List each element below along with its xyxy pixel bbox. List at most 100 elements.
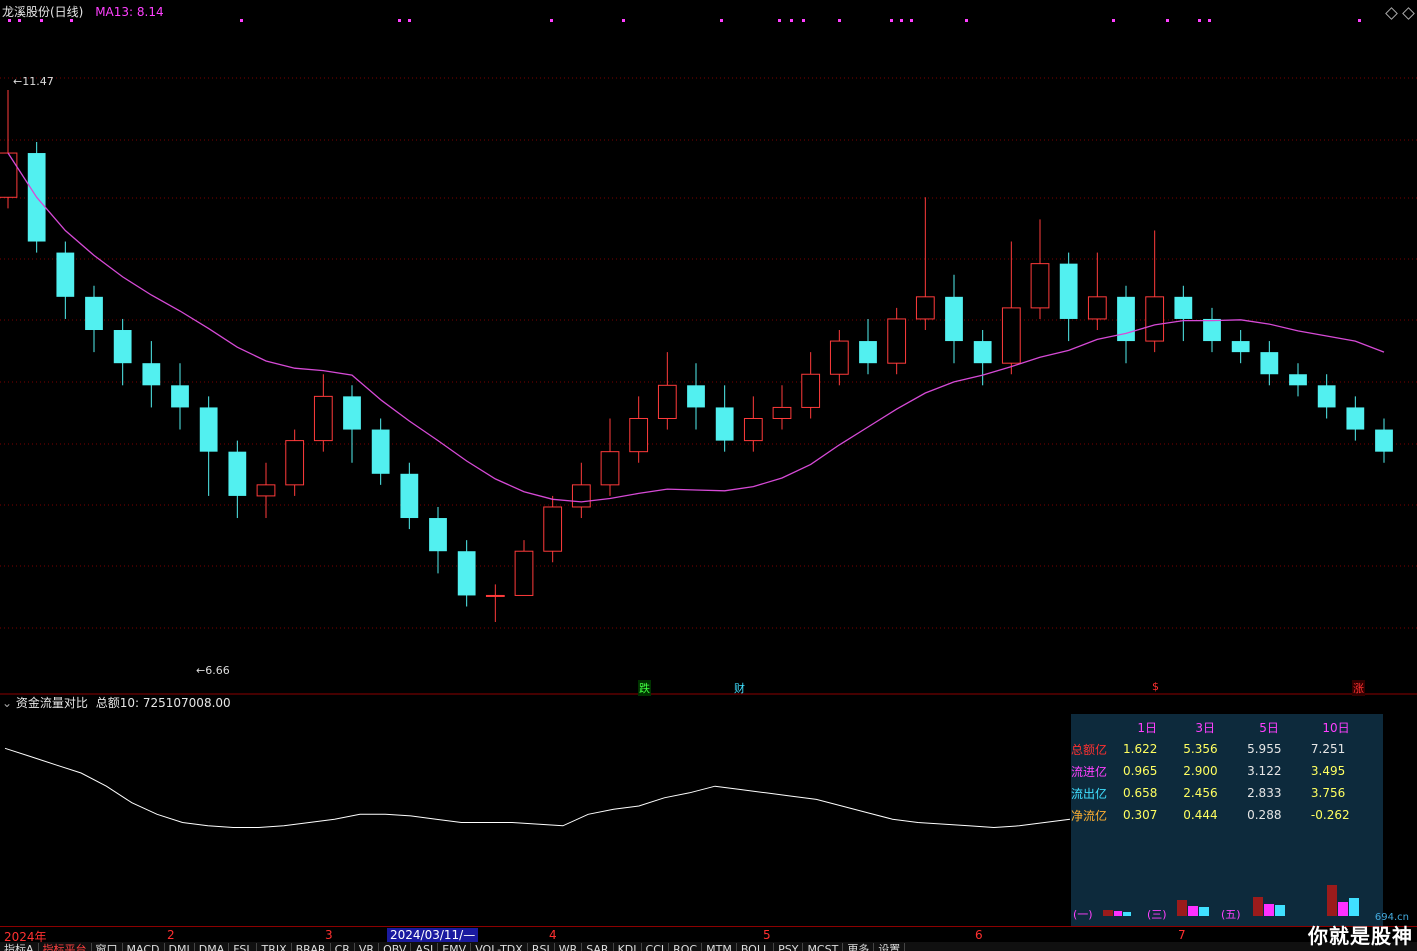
candle-body-up bbox=[0, 152, 18, 198]
tab-18[interactable]: KDJ bbox=[614, 943, 642, 951]
cell: 2.456 bbox=[1183, 786, 1218, 800]
event-dot bbox=[240, 19, 243, 22]
tab-1[interactable]: 指标平台 bbox=[39, 943, 92, 951]
cell: 0.444 bbox=[1183, 808, 1218, 822]
event-marker-rise[interactable]: 涨 bbox=[1352, 680, 1365, 696]
period-tag: (一) bbox=[1073, 908, 1093, 921]
tab-5[interactable]: DMA bbox=[195, 943, 230, 951]
date-label: 2 bbox=[167, 928, 175, 942]
tab-4[interactable]: DMI bbox=[165, 943, 195, 951]
tab-16[interactable]: WR bbox=[555, 943, 583, 951]
fund-flow-line bbox=[4, 747, 1071, 829]
tab-0[interactable]: 指标A bbox=[0, 943, 39, 951]
flow-row-out: 流出亿 0.658 2.456 2.833 3.756 bbox=[1071, 782, 1371, 804]
tab-9[interactable]: CR bbox=[331, 943, 355, 951]
tab-26[interactable]: 设置 bbox=[874, 943, 906, 951]
event-dot bbox=[398, 19, 401, 22]
candle-body-up bbox=[571, 484, 591, 508]
event-dot bbox=[910, 19, 913, 22]
event-dot bbox=[890, 19, 893, 22]
bar-total bbox=[1103, 910, 1113, 916]
col-header: 1日 bbox=[1137, 720, 1157, 735]
candle-body-down bbox=[171, 385, 189, 408]
tab-10[interactable]: VR bbox=[355, 943, 380, 951]
bar-total bbox=[1327, 885, 1337, 916]
candle-body-up bbox=[485, 594, 505, 597]
event-marker-dividend[interactable]: $ bbox=[1152, 680, 1159, 693]
candle-body-down bbox=[85, 296, 103, 331]
tab-23[interactable]: PSY bbox=[774, 943, 804, 951]
event-dot bbox=[790, 19, 793, 22]
candle-body-up bbox=[285, 440, 305, 486]
date-label: 3 bbox=[325, 928, 333, 942]
cell: 2.900 bbox=[1183, 764, 1218, 778]
row-label: 流进亿 bbox=[1071, 764, 1108, 779]
tab-3[interactable]: MACD bbox=[123, 943, 165, 951]
tab-21[interactable]: MTM bbox=[702, 943, 737, 951]
candle-body-up bbox=[313, 395, 333, 442]
cell: 7.251 bbox=[1310, 742, 1346, 756]
tab-24[interactable]: MCST bbox=[803, 943, 844, 951]
candle-body-down bbox=[228, 451, 247, 496]
tab-22[interactable]: BOLL bbox=[737, 943, 775, 951]
chevron-down-icon[interactable]: ⌄ bbox=[2, 696, 12, 710]
candle-body-down bbox=[199, 407, 218, 452]
candle-body-up bbox=[1145, 296, 1165, 342]
candle-body-up bbox=[543, 506, 563, 552]
candle-body-down bbox=[1059, 263, 1078, 319]
candle-body-up bbox=[915, 296, 935, 320]
tab-2[interactable]: 窗口 bbox=[92, 943, 123, 951]
candle-body-up bbox=[887, 318, 907, 364]
tab-8[interactable]: BRAR bbox=[292, 943, 331, 951]
date-axis[interactable]: 2024年 2 3 2024/03/11/— 4 5 6 7 bbox=[0, 926, 1417, 944]
tab-15[interactable]: RSI bbox=[528, 943, 555, 951]
tab-20[interactable]: ROC bbox=[669, 943, 703, 951]
candle-body-down bbox=[973, 341, 992, 364]
event-dot bbox=[1198, 19, 1201, 22]
tab-13[interactable]: EMV bbox=[438, 943, 472, 951]
arrow-icon: ← bbox=[196, 664, 206, 677]
candle-body-up bbox=[772, 406, 792, 419]
bar-in bbox=[1338, 902, 1348, 916]
flow-table-header: 1日 3日 5日 10日 bbox=[1071, 716, 1371, 738]
event-dot bbox=[1208, 19, 1211, 22]
candle-body-up bbox=[629, 417, 649, 453]
event-dot bbox=[1112, 19, 1115, 22]
event-marker-drop[interactable]: 跌 bbox=[638, 680, 651, 696]
tab-25[interactable]: 更多 bbox=[843, 943, 875, 951]
cell: 3.495 bbox=[1310, 764, 1346, 778]
tab-6[interactable]: FSL bbox=[229, 943, 258, 951]
indicator-title[interactable]: 资金流量对比 bbox=[16, 696, 88, 710]
tab-11[interactable]: OBV bbox=[379, 943, 412, 951]
cell: 5.955 bbox=[1247, 742, 1282, 756]
candle-body-up bbox=[1087, 296, 1107, 320]
candle-body-down bbox=[1375, 429, 1393, 452]
event-dot bbox=[802, 19, 805, 22]
candle-body-down bbox=[1231, 341, 1250, 353]
cell: 0.658 bbox=[1123, 786, 1158, 800]
flow-row-in: 流进亿 0.965 2.900 3.122 3.495 bbox=[1071, 760, 1371, 782]
candle-body-up bbox=[743, 417, 763, 442]
candle-body-down bbox=[687, 385, 705, 408]
candle-body-up bbox=[256, 484, 276, 497]
candle-body-down bbox=[56, 252, 75, 297]
tab-12[interactable]: ASI bbox=[411, 943, 439, 951]
event-marker-finance[interactable]: 财 bbox=[734, 680, 745, 696]
bar-total bbox=[1177, 900, 1187, 916]
stock-title[interactable]: 龙溪股份(日线) bbox=[2, 5, 83, 19]
tab-7[interactable]: TRIX bbox=[257, 943, 292, 951]
date-cursor-label: 2024/03/11/— bbox=[387, 928, 479, 942]
candle-body-up bbox=[1001, 307, 1021, 364]
tab-14[interactable]: VOL-TDX bbox=[471, 943, 528, 951]
candle-body-down bbox=[457, 551, 476, 596]
tab-19[interactable]: CCI bbox=[642, 943, 670, 951]
arrow-icon: ← bbox=[13, 75, 23, 88]
candle-body-up bbox=[600, 451, 620, 486]
bar-total bbox=[1253, 897, 1263, 916]
bar-in bbox=[1264, 904, 1274, 916]
high-price-marker: ←11.47 bbox=[13, 75, 54, 88]
tab-17[interactable]: SAR bbox=[582, 943, 614, 951]
cell: 0.965 bbox=[1123, 764, 1158, 778]
cell: 3.122 bbox=[1247, 764, 1282, 778]
candle-body-down bbox=[371, 429, 390, 474]
